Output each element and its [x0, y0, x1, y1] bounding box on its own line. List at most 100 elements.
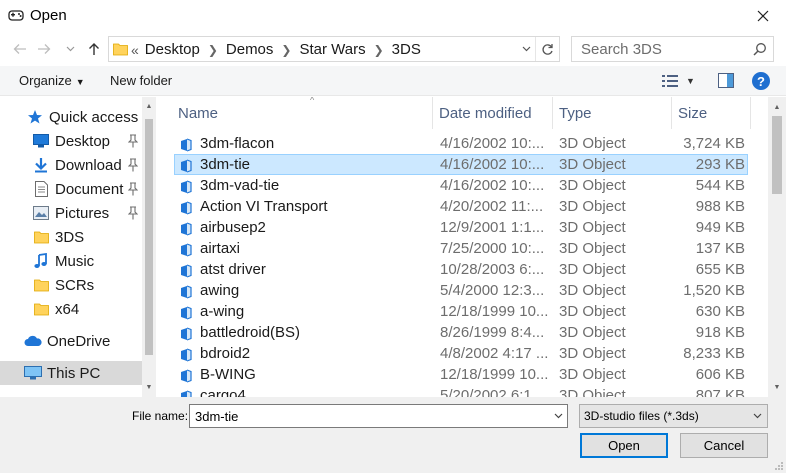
column-header-name[interactable]: Name ^	[172, 97, 433, 129]
new-folder-button[interactable]: New folder	[110, 73, 172, 88]
nav-item-label: Document	[55, 180, 124, 198]
breadcrumb-demos[interactable]: Demos	[226, 41, 274, 58]
3d-object-icon	[181, 306, 192, 320]
file-row[interactable]: B-WING 12/18/1999 10... 3D Object 606 KB	[174, 364, 748, 385]
nav-scrollbar-thumb[interactable]	[145, 119, 153, 355]
file-date-cell: 4/8/2002 4:17 ...	[440, 345, 549, 362]
file-size-cell: 8,233 KB	[683, 345, 745, 362]
scroll-up-icon[interactable]: ▲	[768, 99, 786, 115]
chevron-down-icon	[522, 46, 530, 52]
nav-item-document[interactable]: Document	[0, 177, 142, 201]
open-button[interactable]: Open	[580, 433, 668, 458]
file-name-input[interactable]: 3dm-tie	[189, 404, 568, 428]
change-view-button[interactable]: ▼	[662, 73, 696, 89]
file-row[interactable]: atst driver 10/28/2003 6:... 3D Object 655 …	[174, 259, 748, 280]
search-input[interactable]: Search 3DS	[571, 36, 774, 62]
column-header-date[interactable]: Date modified	[433, 97, 553, 129]
file-size-cell: 3,724 KB	[683, 135, 745, 152]
file-row[interactable]: 3dm-flacon 4/16/2002 10:... 3D Object 3,724…	[174, 133, 748, 154]
pin-icon[interactable]	[128, 134, 138, 148]
file-row[interactable]: airbusep2 12/9/2001 1:1... 3D Object 949 KB	[174, 217, 748, 238]
file-row[interactable]: battledroid(BS) 8/26/1999 8:4... 3D Object…	[174, 322, 748, 343]
nav-item-this-pc[interactable]: This PC	[0, 361, 142, 385]
breadcrumb-separator-icon[interactable]: ❯	[208, 43, 218, 57]
pin-icon[interactable]	[128, 158, 138, 172]
sort-ascending-icon: ^	[310, 97, 315, 105]
pin-icon[interactable]	[128, 206, 138, 220]
command-bar: Organize ▼ New folder ▼ ?	[0, 66, 786, 96]
file-row[interactable]: Action VI Transport 4/20/2002 11:... 3D Ob…	[174, 196, 748, 217]
file-type-cell: 3D Object	[559, 303, 626, 320]
file-row[interactable]: bdroid2 4/8/2002 4:17 ... 3D Object 8,233 K…	[174, 343, 748, 364]
refresh-button[interactable]	[535, 37, 559, 61]
file-type-cell: 3D Object	[559, 261, 626, 278]
file-type-cell: 3D Object	[559, 135, 626, 152]
file-row[interactable]: cargo4 5/20/2002 6:1... 3D Object 807 KB	[174, 385, 748, 397]
nav-item-pictures[interactable]: Pictures	[0, 201, 142, 225]
chevron-down-icon	[66, 46, 74, 52]
arrow-left-icon	[13, 44, 26, 54]
scroll-down-icon[interactable]: ▼	[142, 380, 156, 394]
help-button[interactable]: ?	[752, 72, 770, 90]
breadcrumb-separator-icon[interactable]: ❯	[374, 43, 384, 57]
nav-item-quick-access[interactable]: Quick access	[0, 105, 142, 129]
column-header-type[interactable]: Type	[553, 97, 672, 129]
address-dropdown-button[interactable]	[519, 41, 533, 57]
nav-item-label: x64	[55, 300, 80, 318]
file-row[interactable]: awing 5/4/2000 12:3... 3D Object 1,520 KB	[174, 280, 748, 301]
file-size-cell: 988 KB	[695, 198, 745, 215]
close-icon	[757, 10, 769, 22]
chevron-down-icon	[554, 413, 562, 419]
nav-item-3ds[interactable]: 3DS	[0, 225, 142, 249]
file-name-dropdown-button[interactable]	[549, 405, 567, 427]
breadcrumb-separator-icon[interactable]: ❯	[281, 43, 291, 57]
nav-item-label: 3DS	[55, 228, 85, 246]
file-type-select[interactable]: 3D-studio files (*.3ds)	[579, 404, 768, 428]
nav-item-onedrive[interactable]: OneDrive	[0, 329, 142, 353]
close-button[interactable]	[740, 0, 786, 32]
nav-item-x64[interactable]: x64	[0, 297, 142, 321]
search-placeholder: Search 3DS	[581, 41, 662, 58]
scroll-up-icon[interactable]: ▲	[142, 99, 156, 113]
pin-icon[interactable]	[128, 182, 138, 196]
file-type-cell: 3D Object	[559, 387, 626, 397]
arrow-right-icon	[38, 44, 51, 54]
scroll-down-icon[interactable]: ▼	[768, 379, 786, 395]
nav-item-label: Music	[55, 252, 95, 270]
file-size-cell: 918 KB	[695, 324, 745, 341]
file-row[interactable]: 3dm-vad-tie 4/16/2002 10:... 3D Object 544 …	[174, 175, 748, 196]
breadcrumb-3ds[interactable]: 3DS	[392, 41, 421, 58]
file-size-cell: 1,520 KB	[683, 282, 745, 299]
file-name-value[interactable]: 3dm-tie	[195, 409, 238, 424]
cancel-button[interactable]: Cancel	[680, 433, 768, 458]
file-date-cell: 4/16/2002 10:...	[440, 156, 545, 173]
file-row[interactable]: a-wing 12/18/1999 10... 3D Object 630 KB	[174, 301, 748, 322]
recent-locations-button[interactable]	[62, 38, 78, 60]
file-row[interactable]: airtaxi 7/25/2000 10:... 3D Object 137 KB	[174, 238, 748, 259]
chevron-down-icon	[753, 413, 761, 419]
nav-item-download[interactable]: Download	[0, 153, 142, 177]
file-list-scrollbar-thumb[interactable]	[772, 116, 782, 194]
nav-item-desktop[interactable]: Desktop	[0, 129, 142, 153]
file-row[interactable]: 3dm-tie 4/16/2002 10:... 3D Object 293 KB	[174, 154, 748, 175]
address-bar[interactable]: « Desktop ❯ Demos ❯ Star Wars ❯ 3DS	[108, 36, 560, 62]
up-button[interactable]	[84, 38, 104, 60]
organize-button[interactable]: Organize ▼	[19, 73, 85, 88]
search-icon[interactable]	[753, 42, 767, 56]
back-button[interactable]	[10, 38, 30, 60]
nav-item-music[interactable]: Music	[0, 249, 142, 273]
dialog-footer: File name: 3dm-tie 3D-studio files (*.3d…	[0, 397, 786, 473]
forward-button[interactable]	[34, 38, 54, 60]
breadcrumb-star-wars[interactable]: Star Wars	[299, 41, 365, 58]
column-header-size[interactable]: Size	[672, 97, 751, 129]
breadcrumb-overflow[interactable]: «	[131, 42, 139, 58]
preview-pane-icon[interactable]	[718, 73, 734, 88]
nav-item-scrs[interactable]: SCRs	[0, 273, 142, 297]
resize-grip-icon[interactable]	[774, 461, 784, 471]
file-list-scrollbar[interactable]: ▲ ▼	[768, 97, 786, 397]
file-type-dropdown-button[interactable]	[751, 409, 763, 423]
cloud-icon	[24, 333, 42, 349]
nav-scrollbar[interactable]: ▲ ▼	[142, 97, 156, 397]
caret-down-icon: ▼	[686, 76, 695, 86]
breadcrumb-desktop[interactable]: Desktop	[145, 41, 200, 58]
